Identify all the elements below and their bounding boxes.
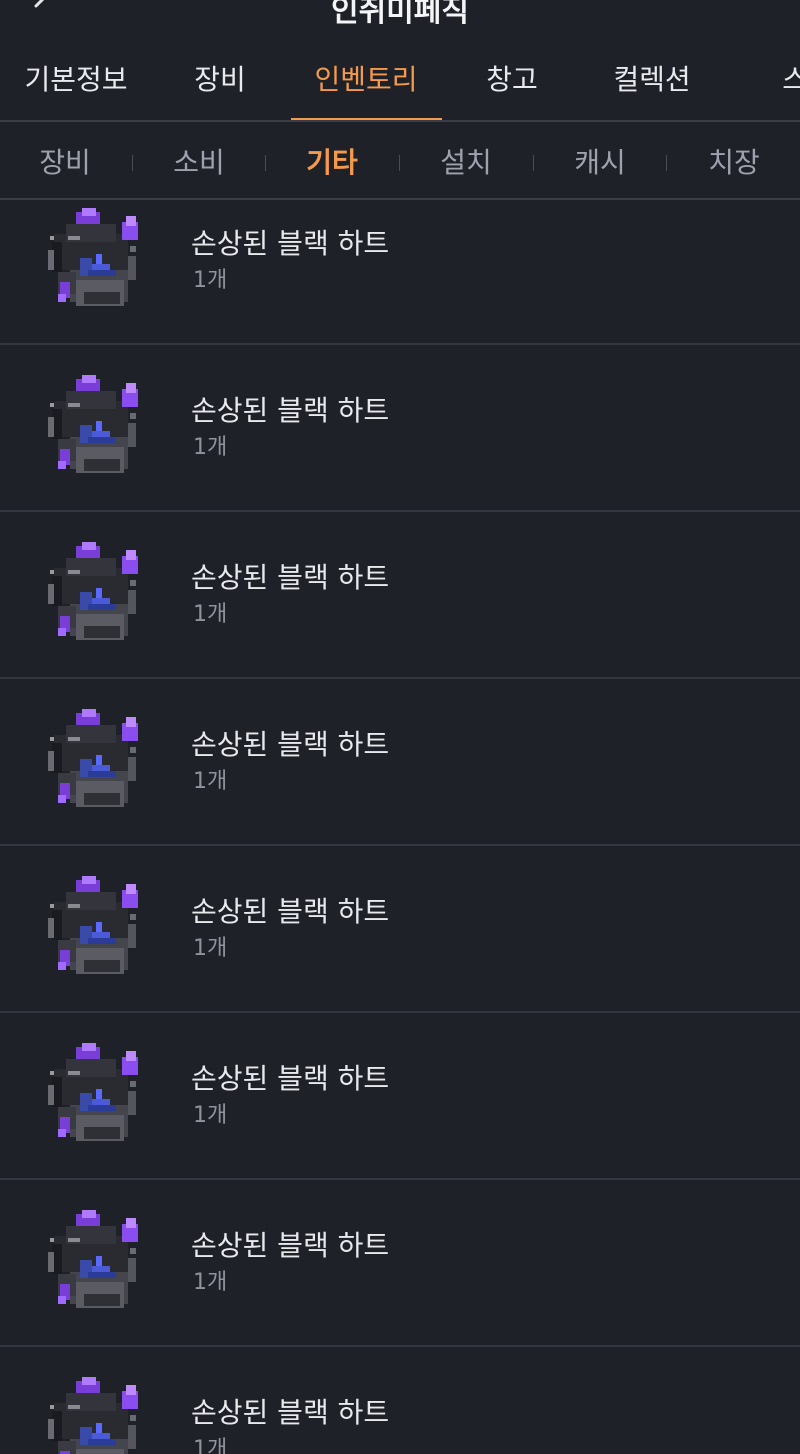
item-name: 손상된 블랙 하트 <box>191 728 390 761</box>
item-name: 손상된 블랙 하트 <box>191 895 390 928</box>
inventory-item-row[interactable]: 손상된 블랙 하트 1개 <box>0 679 800 846</box>
item-name: 손상된 블랙 하트 <box>191 394 390 427</box>
damaged-black-heart-icon <box>44 373 148 481</box>
subtab-etc[interactable]: 기타 <box>306 141 358 181</box>
item-count: 1개 <box>193 936 228 961</box>
inventory-item-row[interactable]: 손상된 블랙 하트 1개 <box>0 198 800 345</box>
damaged-black-heart-icon <box>44 707 148 815</box>
item-name: 손상된 블랙 하트 <box>191 1396 390 1429</box>
subtab-setup[interactable]: 설치 <box>440 141 492 181</box>
top-bar: 인쥐미페직 <box>0 0 800 40</box>
item-name: 손상된 블랙 하트 <box>191 1229 390 1262</box>
sub-tab-divider <box>132 155 133 171</box>
subtab-consumable[interactable]: 소비 <box>173 141 225 181</box>
subtab-cash[interactable]: 캐시 <box>574 141 626 181</box>
inventory-item-row[interactable]: 손상된 블랙 하트 1개 <box>0 345 800 512</box>
damaged-black-heart-icon <box>44 540 148 648</box>
tab-collection[interactable]: 컬렉션 <box>613 58 690 98</box>
damaged-black-heart-icon <box>44 206 148 314</box>
inventory-item-row[interactable]: 손상된 블랙 하트 1개 <box>0 512 800 679</box>
item-count: 1개 <box>193 1437 228 1454</box>
item-count: 1개 <box>193 435 228 460</box>
inventory-item-row[interactable]: 손상된 블랙 하트 1개 <box>0 1347 800 1454</box>
sub-tab-divider <box>533 155 534 171</box>
item-count: 1개 <box>193 1270 228 1295</box>
tab-basic-info[interactable]: 기본정보 <box>24 58 127 98</box>
subtab-equipment[interactable]: 장비 <box>39 141 91 181</box>
tab-skill[interactable]: 스킬 <box>782 58 800 98</box>
damaged-black-heart-icon <box>44 874 148 982</box>
inventory-item-list: 손상된 블랙 하트 1개 손상된 블랙 하트 1개 손상된 블랙 하트 1개 손… <box>0 198 800 1454</box>
page-title: 인쥐미페직 <box>331 0 469 29</box>
item-count: 1개 <box>193 1103 228 1128</box>
item-count: 1개 <box>193 268 228 293</box>
inventory-item-row[interactable]: 손상된 블랙 하트 1개 <box>0 1013 800 1180</box>
tab-equipment[interactable]: 장비 <box>194 58 246 98</box>
damaged-black-heart-icon <box>44 1375 148 1454</box>
main-tab-bar: 기본정보 장비 인벤토리 창고 컬렉션 스킬 <box>0 40 800 122</box>
item-count: 1개 <box>193 769 228 794</box>
inventory-item-row[interactable]: 손상된 블랙 하트 1개 <box>0 1180 800 1347</box>
item-name: 손상된 블랙 하트 <box>191 1062 390 1095</box>
damaged-black-heart-icon <box>44 1041 148 1149</box>
sub-tab-bar: 장비 소비 기타 설치 캐시 치장 <box>0 122 800 200</box>
item-count: 1개 <box>193 602 228 627</box>
tab-inventory[interactable]: 인벤토리 <box>314 58 417 98</box>
sub-tab-divider <box>666 155 667 171</box>
item-name: 손상된 블랙 하트 <box>191 561 390 594</box>
item-name: 손상된 블랙 하트 <box>191 227 390 260</box>
sub-tab-divider <box>265 155 266 171</box>
inventory-item-row[interactable]: 손상된 블랙 하트 1개 <box>0 846 800 1013</box>
tab-storage[interactable]: 창고 <box>486 58 538 98</box>
subtab-decoration[interactable]: 치장 <box>708 141 760 181</box>
damaged-black-heart-icon <box>44 1208 148 1316</box>
sub-tab-divider <box>399 155 400 171</box>
